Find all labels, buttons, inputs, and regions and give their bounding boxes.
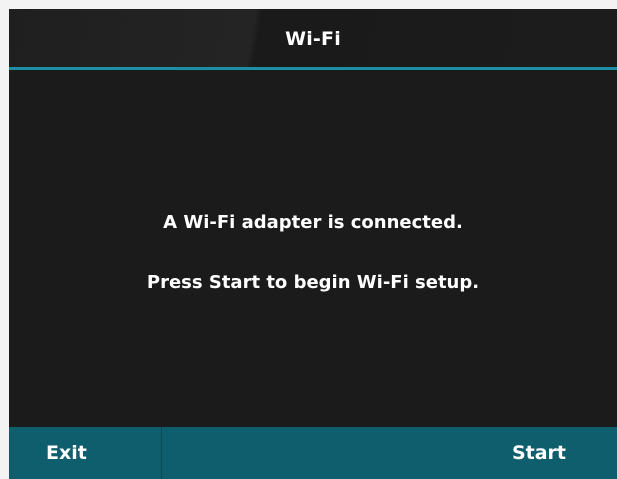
page-title: Wi-Fi (285, 28, 341, 50)
setup-instruction-message: Press Start to begin Wi-Fi setup. (146, 272, 480, 293)
exit-softkey[interactable]: Exit (9, 427, 162, 479)
empty-softkey (162, 427, 497, 479)
message-area: A Wi-Fi adapter is connected. Press Star… (9, 70, 617, 427)
adapter-connected-message: A Wi-Fi adapter is connected. (163, 212, 463, 233)
start-softkey[interactable]: Start (497, 427, 617, 479)
title-bar: Wi-Fi (9, 9, 617, 67)
softkey-bar: Exit Start (9, 427, 617, 479)
phone-screen: Wi-Fi A Wi-Fi adapter is connected. Pres… (9, 9, 617, 479)
